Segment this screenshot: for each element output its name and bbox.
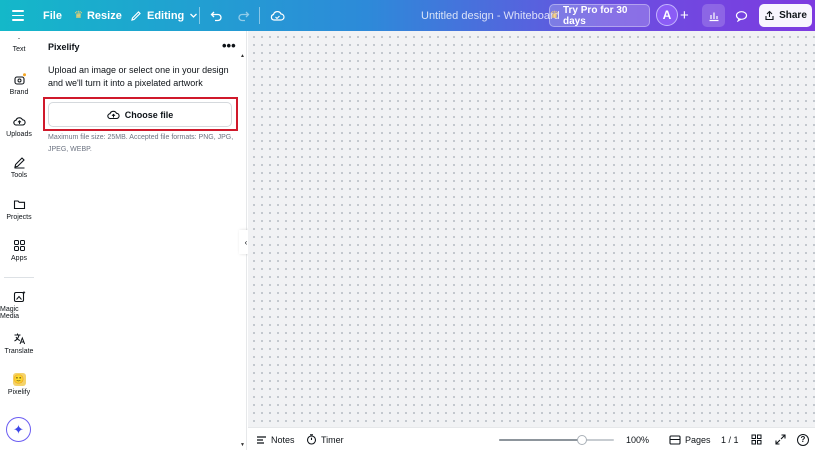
crown-icon: ♛	[550, 10, 559, 21]
grid-view-icon	[751, 434, 762, 445]
choose-file-label: Choose file	[124, 109, 174, 120]
rail-item-label: Magic Media	[0, 306, 20, 320]
notes-label: Notes	[271, 434, 295, 445]
rail-item-label: Brand	[9, 89, 29, 96]
toolbar-divider	[199, 7, 200, 24]
comment-icon	[735, 10, 748, 22]
rail-divider	[4, 277, 34, 278]
text-icon: ·	[17, 33, 21, 43]
top-bar: File ♛ Resize Editing Untitled design - …	[0, 0, 815, 31]
rail-item-uploads[interactable]: Uploads	[0, 115, 38, 138]
try-pro-button[interactable]: ♛ Try Pro for 30 days	[549, 4, 650, 27]
cloud-upload-icon	[107, 110, 120, 120]
folder-icon	[13, 200, 25, 210]
rail-item-label: Pixelify	[7, 389, 31, 396]
pages-icon	[669, 434, 681, 445]
grid-view-button[interactable]	[751, 428, 762, 450]
zoom-slider-fill	[499, 439, 582, 441]
chevron-left-icon: ‹	[244, 237, 248, 247]
fullscreen-button[interactable]	[775, 428, 786, 450]
rail-item-magic-media[interactable]: Magic Media	[0, 290, 38, 320]
bar-chart-icon	[709, 12, 718, 21]
brand-icon	[13, 73, 26, 85]
zoom-slider-handle[interactable]	[576, 435, 587, 445]
zoom-slider[interactable]	[499, 435, 614, 445]
notes-icon	[257, 435, 266, 444]
rail-item-label: Translate	[4, 348, 34, 355]
redo-icon	[238, 11, 250, 21]
timer-button[interactable]: Timer	[306, 428, 344, 450]
rail-item-label: Text	[12, 46, 26, 53]
help-button[interactable]: ?	[797, 428, 809, 450]
timer-icon	[306, 434, 317, 445]
fullscreen-icon	[775, 434, 786, 445]
rail-item-text[interactable]: · Text	[0, 33, 38, 54]
left-rail: · Text Brand Uploads Tools Projects Apps…	[0, 31, 38, 450]
pencil-icon	[131, 10, 141, 21]
avatar[interactable]: A	[656, 4, 678, 26]
magic-media-icon	[13, 290, 25, 303]
magic-assistant-button[interactable]: ✦	[6, 417, 31, 442]
page-count: 1 / 1	[721, 434, 739, 445]
rail-item-projects[interactable]: Projects	[0, 198, 38, 221]
sparkle-icon: ✦	[13, 421, 24, 437]
try-pro-label: Try Pro for 30 days	[562, 4, 628, 27]
share-label: Share	[779, 10, 807, 21]
scroll-up-icon[interactable]: ▲	[240, 53, 245, 59]
chevron-down-icon	[190, 13, 198, 18]
add-collaborator-button[interactable]: +	[680, 0, 689, 31]
scroll-down-icon[interactable]: ▼	[240, 442, 245, 448]
bottom-bar: Notes Timer 100% Pages 1 / 1 ?	[248, 427, 815, 450]
resize-button[interactable]: ♛ Resize	[74, 0, 122, 31]
pixelify-thumb-icon: 🙂	[12, 373, 26, 386]
cloud-upload-icon	[12, 117, 26, 126]
whiteboard-canvas[interactable]	[248, 31, 815, 427]
rail-item-translate[interactable]: Translate	[0, 332, 38, 355]
toolbar-divider	[259, 7, 260, 24]
undo-icon	[210, 11, 222, 21]
apps-grid-icon	[13, 240, 25, 251]
zoom-level[interactable]: 100%	[626, 428, 649, 450]
redo-button[interactable]	[237, 0, 250, 31]
file-requirements-note: Maximum file size: 25MB. Accepted file f…	[48, 134, 234, 153]
crown-icon: ♛	[74, 10, 83, 21]
undo-button[interactable]	[210, 0, 223, 31]
pixelify-panel: Pixelify ••• ▲ Upload an image or select…	[38, 31, 247, 450]
timer-label: Timer	[321, 434, 344, 445]
rail-item-label: Projects	[6, 214, 32, 221]
menu-icon[interactable]	[11, 0, 25, 31]
choose-file-button[interactable]: Choose file	[48, 102, 232, 127]
more-options-icon[interactable]: •••	[222, 38, 236, 53]
panel-title: Pixelify	[48, 42, 80, 52]
share-button[interactable]: Share	[759, 4, 812, 27]
resize-label: Resize	[86, 9, 122, 22]
rail-item-brand[interactable]: Brand	[0, 73, 38, 96]
pen-icon	[13, 157, 25, 169]
rail-item-tools[interactable]: Tools	[0, 156, 38, 179]
file-menu-button[interactable]: File	[43, 0, 62, 31]
editing-label: Editing	[147, 9, 185, 22]
save-status-button[interactable]	[270, 0, 285, 31]
editing-mode-button[interactable]: Editing	[130, 0, 198, 31]
pages-button[interactable]: Pages	[669, 428, 711, 450]
share-upload-icon	[765, 10, 774, 21]
plus-icon: +	[680, 7, 689, 24]
notes-button[interactable]: Notes	[256, 428, 295, 450]
comments-button[interactable]	[730, 4, 753, 27]
help-icon: ?	[797, 433, 809, 446]
panel-description: Upload an image or select one in your de…	[48, 65, 229, 88]
rail-item-label: Tools	[10, 172, 28, 179]
insights-button[interactable]	[702, 4, 725, 27]
pages-label: Pages	[685, 434, 711, 445]
rail-item-label: Apps	[11, 255, 27, 262]
design-title[interactable]: Untitled design - Whiteboard	[421, 0, 560, 31]
rail-item-apps[interactable]: Apps	[0, 239, 38, 262]
rail-item-label: Uploads	[6, 131, 32, 138]
cloud-check-icon	[270, 10, 285, 21]
translate-icon	[13, 333, 25, 345]
rail-item-pixelify[interactable]: 🙂 Pixelify	[0, 373, 38, 396]
